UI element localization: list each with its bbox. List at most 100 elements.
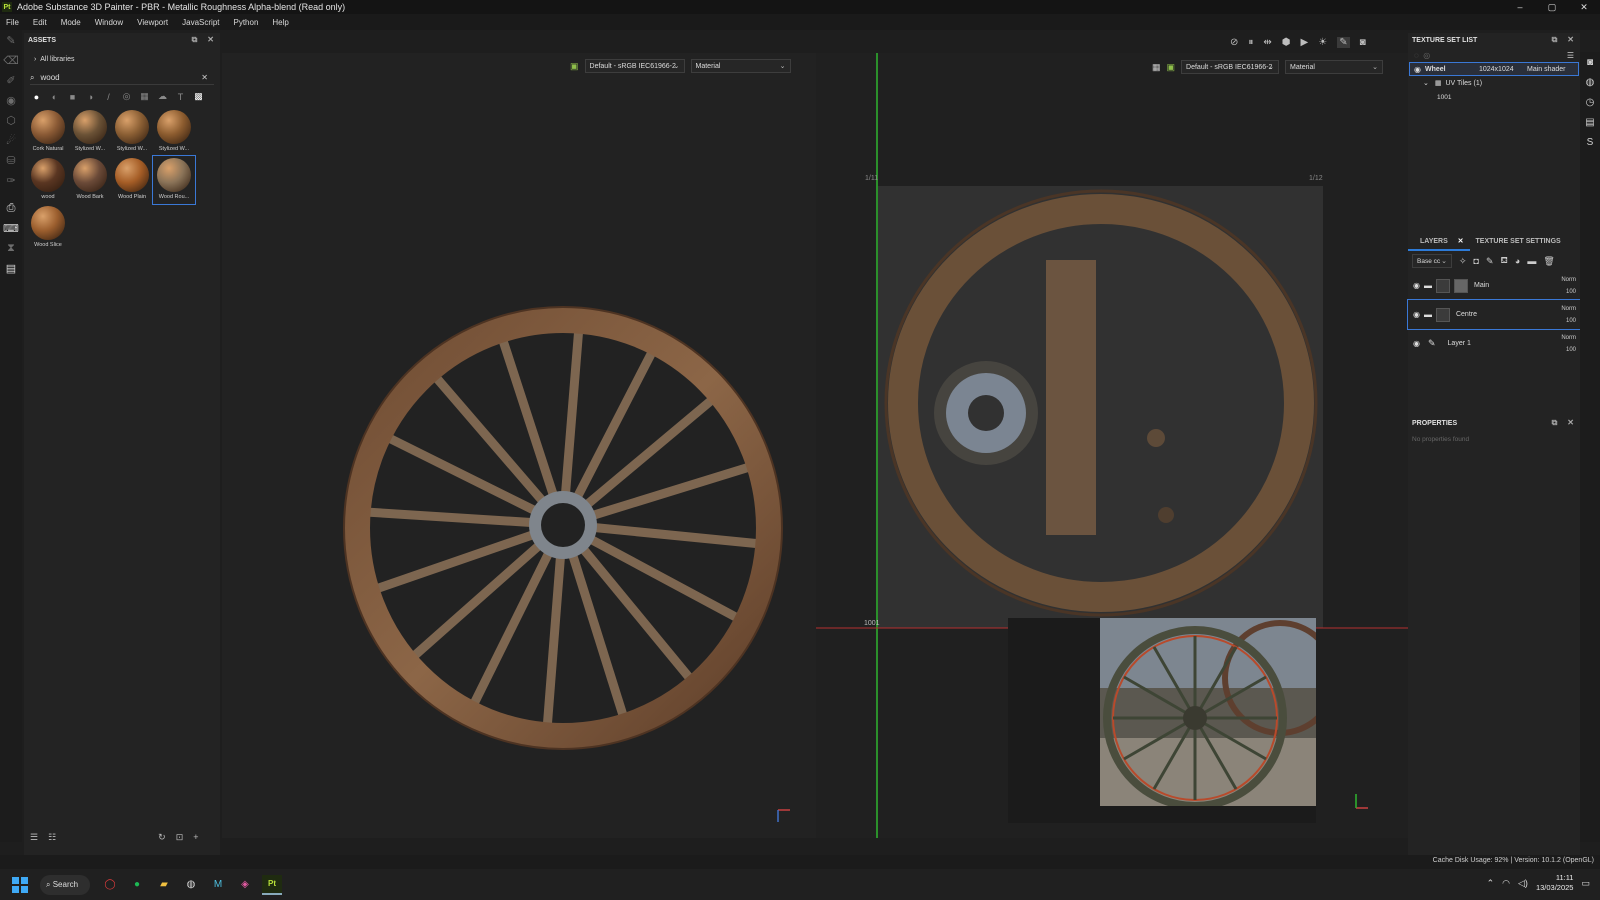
float-tsl-icon[interactable]: ⧉ (1552, 35, 1558, 45)
substance-painter-taskbar-icon[interactable]: Pt (262, 874, 282, 895)
uv-tile-row[interactable]: 1001 (1409, 90, 1579, 104)
close-properties-icon[interactable]: ✕ (1567, 418, 1574, 428)
text-filter-icon[interactable]: T (175, 91, 186, 102)
screenshot-icon[interactable]: ◙ (1360, 37, 1366, 48)
history-icon[interactable]: ◷ (1580, 92, 1600, 112)
visibility-eye-icon[interactable]: ◉ (1414, 65, 1421, 74)
tab-layers[interactable]: LAYERS ✕ (1408, 233, 1470, 251)
expand-chevron-icon[interactable]: ⌄ (1423, 79, 1429, 87)
opera-icon[interactable]: ◯ (100, 875, 120, 895)
menu-help[interactable]: Help (272, 18, 288, 27)
viewport-3d[interactable]: ▣ Default - sRGB IEC61966-2 ⌄ Material ⌄ (222, 53, 816, 838)
smudge-icon[interactable]: ☄ (0, 130, 22, 150)
clear-search-icon[interactable]: ✕ (201, 73, 208, 82)
material-thumbnail[interactable]: Wood Slice (27, 204, 69, 252)
sort-icon[interactable]: ☷ (48, 832, 56, 843)
geometry-mask-icon[interactable]: ◉ (0, 90, 22, 110)
filter-list-icon[interactable]: ☰ (30, 832, 38, 843)
layer-blend[interactable]: Norm 100 (1561, 274, 1576, 298)
materials-filter-icon[interactable]: ● (31, 91, 42, 102)
tsl-menu-icon[interactable]: ☰ (1567, 51, 1574, 60)
solo-icon[interactable]: ◎ (1423, 51, 1430, 60)
search-input[interactable]: wood (40, 73, 59, 82)
material-thumbnail[interactable]: Wood Plain (111, 156, 153, 204)
spotify-icon[interactable]: ● (127, 875, 147, 895)
menu-file[interactable]: File (6, 18, 19, 27)
layer-visibility-icon[interactable]: ◉ (1413, 339, 1420, 348)
file-explorer-icon[interactable]: ▰ (154, 875, 174, 895)
minimize-button[interactable]: – (1504, 0, 1536, 14)
menu-viewport[interactable]: Viewport (137, 18, 168, 27)
viewport-2d[interactable]: ▦ ▣ Default - sRGB IEC61966-2 ⌄ Material ⌄… (816, 53, 1408, 838)
close-panel-icon[interactable]: ✕ (207, 35, 214, 45)
windows-start-icon[interactable] (6, 871, 34, 899)
material-thumbnail[interactable]: Wood Rou... (152, 155, 196, 205)
textures-filter-icon[interactable]: ▦ (139, 91, 150, 102)
grid-view-icon[interactable]: ▩ (193, 91, 204, 102)
environments-filter-icon[interactable]: ☁ (157, 91, 168, 102)
layer-visibility-icon[interactable]: ◉ (1413, 281, 1420, 290)
layer-blend[interactable]: Norm 100 (1561, 303, 1576, 327)
light-icon[interactable]: ☀ (1318, 37, 1327, 48)
brushes-filter-icon[interactable]: / (103, 91, 114, 102)
add-color-icon[interactable]: ◕ (1515, 256, 1520, 266)
import-icon[interactable]: ⊡ (176, 832, 184, 843)
texture-set-shader[interactable]: Main shader (1527, 66, 1566, 73)
materials-icon[interactable]: ⧗ (0, 238, 22, 258)
tray-chevron-icon[interactable]: ⌃ (1487, 878, 1495, 889)
shelf-icon[interactable]: ▤ (0, 258, 22, 278)
paint-mode-icon[interactable]: ✎ (1337, 36, 1350, 48)
taskbar-search[interactable]: ⌕ Search (40, 874, 90, 895)
generators-filter-icon[interactable]: ◑ (85, 91, 96, 102)
polygon-fill-icon[interactable]: ⬡ (0, 110, 22, 130)
layer-channel-select[interactable]: Base cc ⌄ (1412, 254, 1452, 268)
reference-image-frame[interactable] (1008, 618, 1316, 823)
volume-icon[interactable]: ◁) (1518, 878, 1528, 889)
masks-filter-icon[interactable]: ■ (67, 91, 78, 102)
layer-row[interactable]: ◉ ✎ Layer 1 Norm 100 (1408, 329, 1580, 358)
m-app-icon[interactable]: M (208, 875, 228, 895)
layer-row[interactable]: ◉ ▬ Main Norm 100 (1408, 271, 1580, 300)
menu-mode[interactable]: Mode (61, 18, 81, 27)
menu-javascript[interactable]: JavaScript (182, 18, 219, 27)
hide-ui-icon[interactable]: ⊘ (1230, 37, 1238, 48)
clock[interactable]: 11:11 13/03/2025 (1536, 873, 1574, 893)
notifications-icon[interactable]: ▭ (1581, 878, 1590, 889)
camera-settings-icon[interactable]: ◙ (1580, 52, 1600, 72)
projection-icon[interactable]: ✐ (0, 70, 22, 90)
clone-icon[interactable]: ⛁ (0, 150, 22, 170)
float-panel-icon[interactable]: ⧉ (192, 35, 198, 45)
material-thumbnail[interactable]: Cork Natural (27, 108, 69, 156)
photos-icon[interactable]: ◈ (235, 875, 255, 895)
log-icon[interactable]: ▤ (1580, 112, 1600, 132)
material-thumbnail[interactable]: Stylized W... (111, 108, 153, 156)
assets-icon[interactable]: ⎙ (0, 198, 22, 218)
symmetry-icon[interactable]: ⇹ (1263, 37, 1271, 48)
substance-icon[interactable]: S (1580, 132, 1600, 152)
eraser-icon[interactable]: ⌫ (0, 50, 22, 70)
add-icon[interactable]: + (193, 832, 198, 843)
refresh-icon[interactable]: ↻ (158, 832, 166, 843)
texture-set-row[interactable]: ◉ Wheel 1024x1024 Main shader (1409, 62, 1579, 76)
menu-edit[interactable]: Edit (33, 18, 47, 27)
float-properties-icon[interactable]: ⧉ (1552, 418, 1558, 428)
layer-row[interactable]: ◉ ▬ Centre Norm 100 (1407, 299, 1581, 330)
github-icon[interactable]: ◍ (181, 875, 201, 895)
asset-search[interactable]: ⌕ wood ✕ (30, 71, 214, 85)
maximize-button[interactable]: ▢ (1536, 0, 1568, 14)
display-settings-dock-icon[interactable]: ◍ (1580, 72, 1600, 92)
add-paint-layer-icon[interactable]: ✎ (1486, 256, 1494, 267)
layer-blend[interactable]: Norm 100 (1561, 332, 1576, 356)
picker-icon[interactable]: ✑ (0, 170, 22, 190)
menu-python[interactable]: Python (234, 18, 259, 27)
particles-filter-icon[interactable]: ◎ (121, 91, 132, 102)
close-window-button[interactable]: ✕ (1568, 0, 1600, 14)
paint-brush-icon[interactable]: ✎ (0, 30, 22, 50)
add-folder-icon[interactable]: ▬ (1527, 256, 1536, 266)
brush-presets-icon[interactable]: ⌨ (0, 218, 22, 238)
material-thumbnail[interactable]: wood (27, 156, 69, 204)
close-tsl-icon[interactable]: ✕ (1567, 35, 1574, 45)
add-fill-layer-icon[interactable]: ⛾ (1501, 255, 1508, 267)
camera-icon[interactable]: ▶ (1301, 37, 1309, 48)
pause-icon[interactable]: ⏸ (1248, 37, 1253, 48)
